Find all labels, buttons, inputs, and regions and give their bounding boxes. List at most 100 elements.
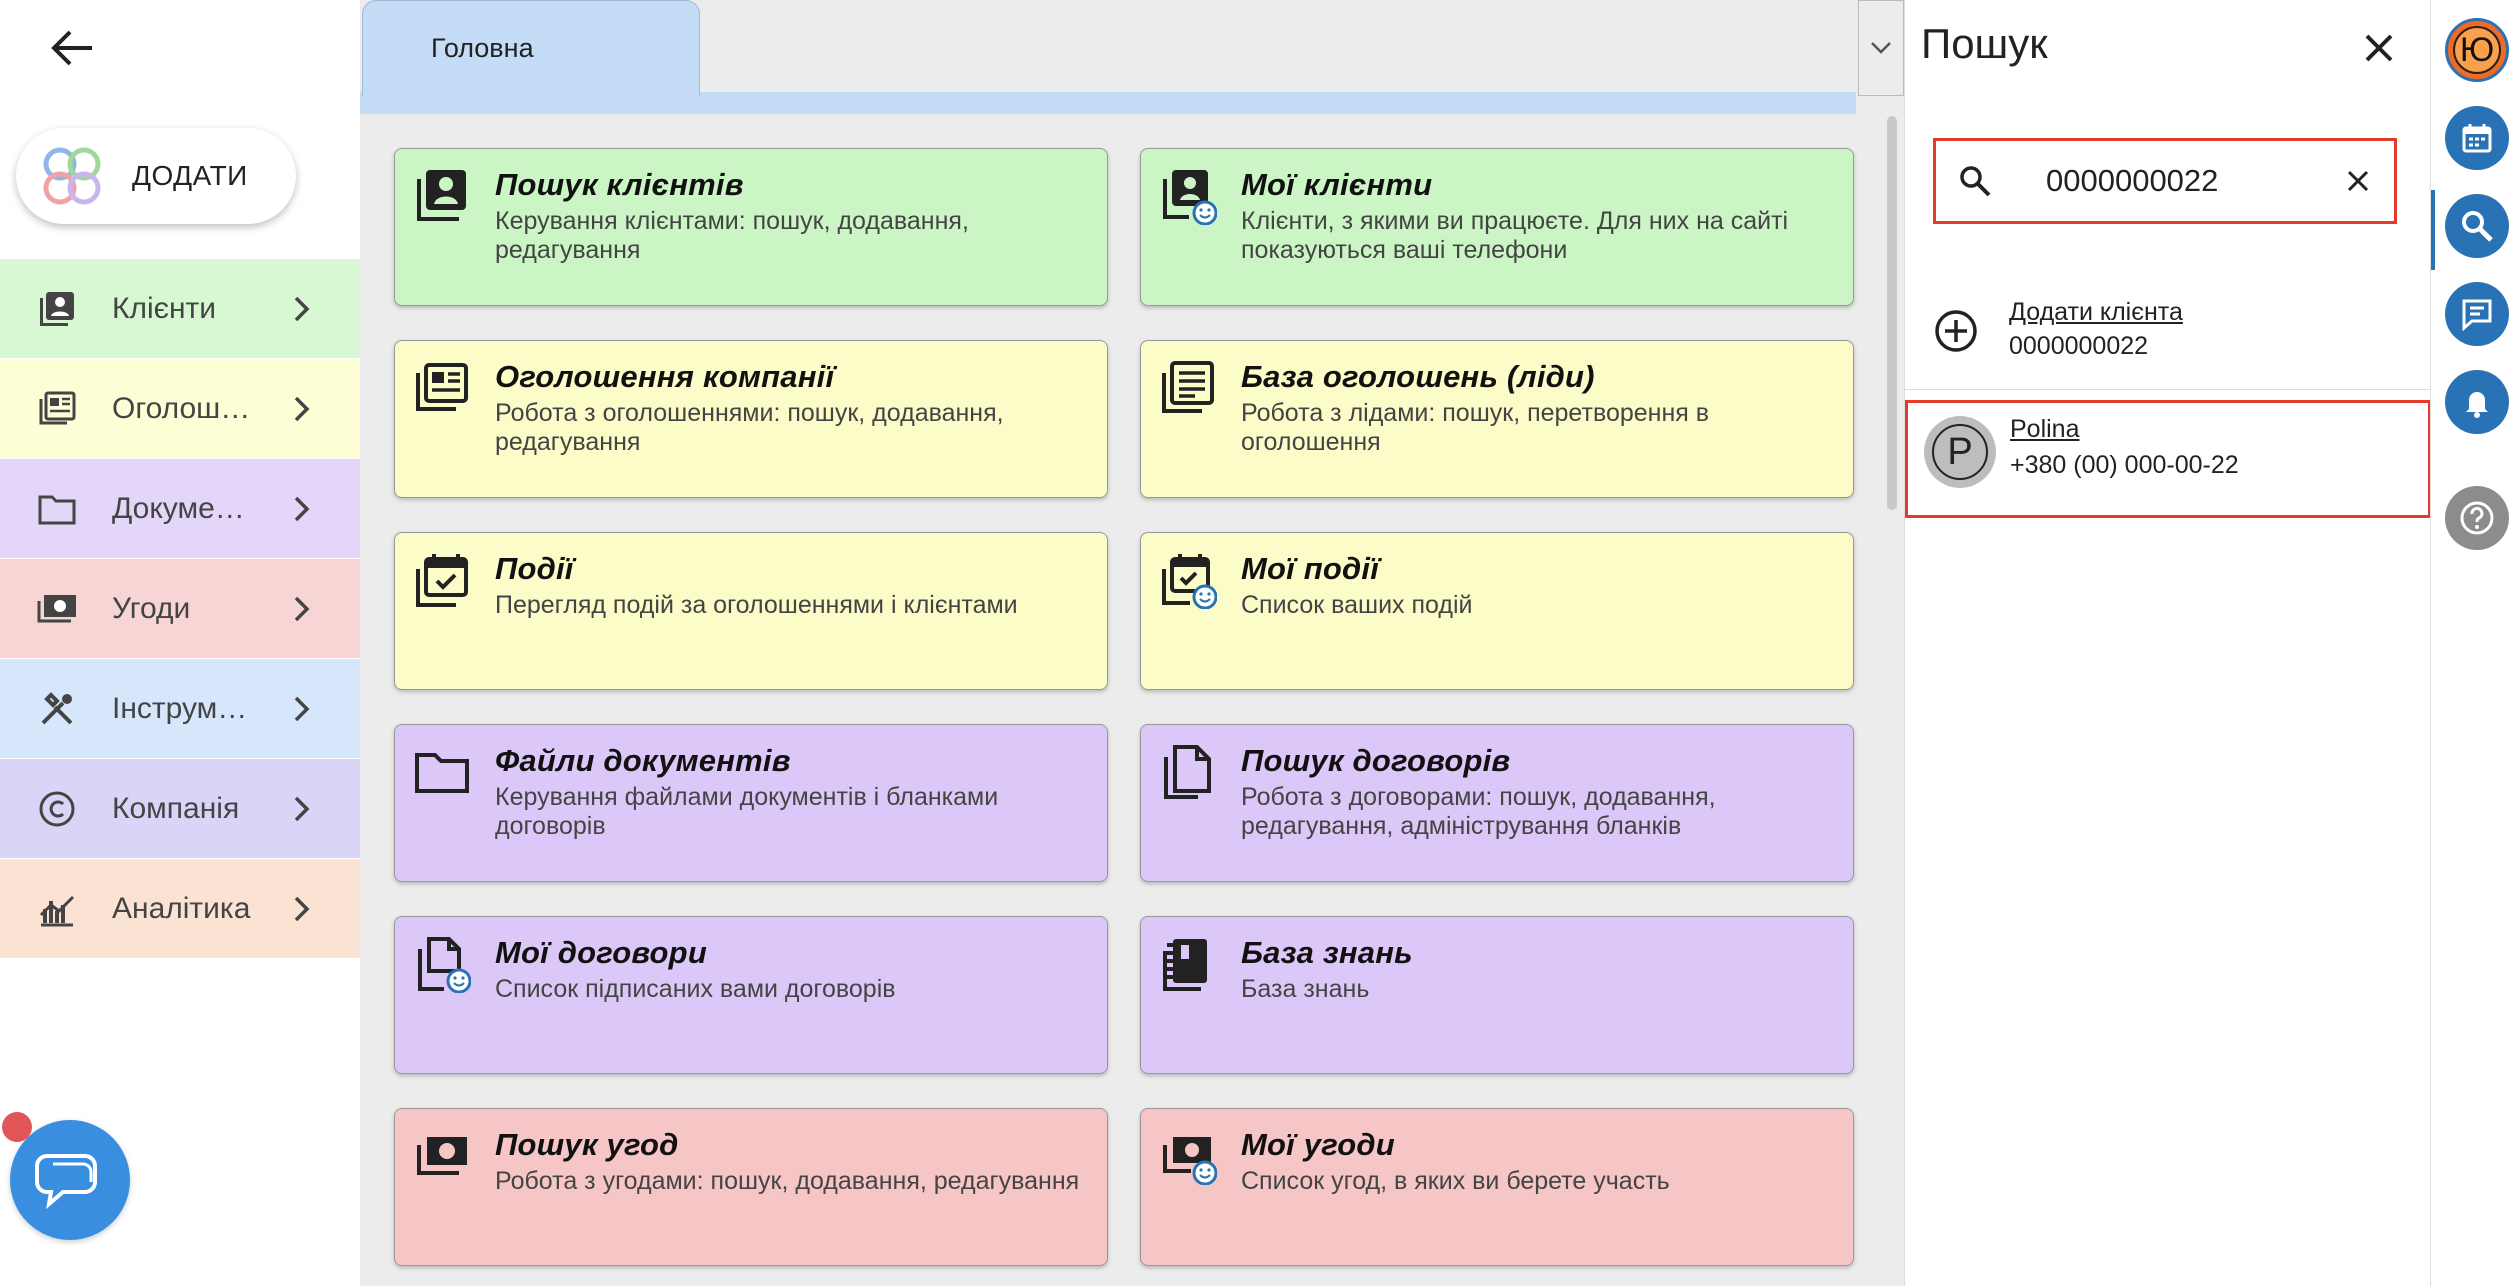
chevron-right-icon	[294, 496, 310, 521]
my-documents-icon	[418, 937, 471, 993]
active-indicator	[2431, 190, 2435, 270]
search-panel: Пошук Додати клієнта 0000000022 P Polina…	[1904, 0, 2431, 1286]
right-rail: Ю	[2430, 0, 2520, 1286]
user-initial: Ю	[2453, 26, 2501, 74]
back-button[interactable]	[40, 22, 104, 74]
card-title: База оголошень (ліди)	[1241, 359, 1595, 394]
card-description: Список підписаних вами договорів	[495, 975, 896, 1003]
card-document-files[interactable]: Файли документів Керування файлами докум…	[394, 724, 1108, 882]
add-button[interactable]: ДОДАТИ	[16, 128, 296, 224]
analytics-icon	[32, 889, 82, 929]
close-search-button[interactable]	[2353, 22, 2405, 74]
sidebar-item-label: Оголоше...	[112, 391, 252, 425]
sidebar-item-tools[interactable]: Інструме...	[0, 658, 360, 758]
card-description: Клієнти, з якими ви працюєте. Для них на…	[1241, 207, 1789, 264]
card-title: Мої події	[1241, 551, 1380, 586]
card-company-ads[interactable]: Оголошення компанії Робота з оголошенням…	[394, 340, 1108, 498]
card-contract-search[interactable]: Пошук договорів Робота з договорами: пош…	[1140, 724, 1854, 882]
add-circle-icon	[1935, 310, 1977, 352]
card-description: Список ваших подій	[1241, 591, 1473, 619]
tools-icon	[32, 689, 82, 729]
card-my-events[interactable]: Мої події Список ваших подій	[1140, 532, 1854, 690]
search-result-item[interactable]: P Polina +380 (00) 000-00-22	[1905, 400, 2431, 518]
chevron-right-icon	[294, 696, 310, 721]
sidebar-item-documents[interactable]: Докумен...	[0, 458, 360, 558]
copyright-icon	[32, 789, 82, 829]
sidebar-item-company[interactable]: Компанія	[0, 758, 360, 858]
chevron-down-icon	[1871, 42, 1891, 54]
contacts-icon	[417, 170, 466, 221]
sidebar-item-label: Угоди	[112, 591, 191, 625]
card-my-deals[interactable]: Мої угоди Список угод, в яких ви берете …	[1140, 1108, 1854, 1266]
card-deal-search[interactable]: Пошук угод Робота з угодами: пошук, дода…	[394, 1108, 1108, 1266]
sidebar-item-ads[interactable]: Оголоше...	[0, 358, 360, 458]
messages-button[interactable]	[2445, 282, 2509, 346]
tab-bar: Головна	[360, 0, 1904, 114]
money-icon	[417, 1137, 467, 1175]
help-button[interactable]	[2445, 486, 2509, 550]
sidebar-item-analytics[interactable]: Аналітика	[0, 858, 360, 958]
main-scrollbar[interactable]	[1887, 116, 1897, 510]
contacts-icon	[32, 289, 82, 329]
sidebar-item-clients[interactable]: Клієнти	[0, 258, 360, 358]
notification-dot	[2, 1112, 32, 1142]
sidebar-item-deals[interactable]: Угоди	[0, 558, 360, 658]
search-rail-button[interactable]	[2445, 194, 2509, 258]
folder-icon	[32, 489, 82, 529]
card-title: Мої договори	[495, 935, 707, 970]
documents-icon	[1164, 745, 1211, 799]
notifications-button[interactable]	[2445, 370, 2509, 434]
chevron-right-icon	[294, 796, 310, 821]
article-icon	[1162, 361, 1214, 413]
card-knowledge-base[interactable]: База знань База знань	[1140, 916, 1854, 1074]
tabs-dropdown-button[interactable]	[1858, 0, 1904, 96]
card-description: Робота з договорами: пошук, додавання, р…	[1241, 783, 1716, 840]
tab-label: Головна	[431, 33, 534, 63]
card-my-contracts[interactable]: Мої договори Список підписаних вами дого…	[394, 916, 1108, 1074]
add-button-label: ДОДАТИ	[132, 160, 248, 191]
avatar-initial: P	[1932, 424, 1988, 480]
card-title: Пошук угод	[495, 1127, 679, 1162]
search-icon	[1958, 164, 2002, 198]
add-client-link[interactable]: Додати клієнта	[2009, 298, 2183, 327]
user-avatar-button[interactable]: Ю	[2445, 18, 2509, 82]
card-title: База знань	[1241, 935, 1413, 970]
card-events[interactable]: Події Перегляд подій за оголошеннями і к…	[394, 532, 1108, 690]
search-icon	[2462, 211, 2493, 242]
card-title: Файли документів	[495, 743, 791, 778]
card-my-clients[interactable]: Мої клієнти Клієнти, з якими ви працюєте…	[1140, 148, 1854, 306]
help-icon	[2460, 501, 2494, 535]
add-logo-icon	[43, 147, 101, 205]
close-icon	[2365, 34, 2393, 62]
sidebar-item-label: Докумен...	[112, 491, 252, 525]
add-client-option[interactable]: Додати клієнта 0000000022	[1905, 278, 2431, 390]
result-name-link[interactable]: Polina	[2010, 415, 2080, 444]
my-calendar-icon	[1162, 554, 1217, 609]
close-icon	[2347, 170, 2369, 192]
card-client-search[interactable]: Пошук клієнтів Керування клієнтами: пошу…	[394, 148, 1108, 306]
chevron-right-icon	[294, 896, 310, 921]
card-description: Керування файлами документів і бланками …	[495, 783, 999, 840]
sidebar-item-label: Аналітика	[112, 891, 251, 925]
chevron-right-icon	[294, 596, 310, 621]
card-description: Робота з лідами: пошук, перетворення в о…	[1241, 399, 1710, 456]
clear-search-button[interactable]	[2336, 169, 2380, 193]
card-description: Список угод, в яких ви берете участь	[1241, 1167, 1670, 1195]
chat-widget-button[interactable]	[10, 1120, 130, 1240]
chat-bubble-icon	[35, 1154, 97, 1210]
knowledge-book-icon	[1163, 939, 1207, 991]
card-leads-base[interactable]: База оголошень (ліди) Робота з лідами: п…	[1140, 340, 1854, 498]
avatar: P	[1924, 416, 1996, 488]
search-input[interactable]	[2046, 156, 2336, 206]
newspaper-icon	[416, 363, 468, 411]
left-sidebar: ДОДАТИ Клієнти Оголоше... Докумен... Уго…	[0, 0, 360, 1286]
calendar-check-icon	[416, 554, 468, 607]
card-description: Робота з угодами: пошук, додавання, реда…	[495, 1167, 1080, 1195]
calendar-button[interactable]	[2445, 106, 2509, 170]
card-title: Оголошення компанії	[495, 359, 835, 394]
chevron-right-icon	[294, 296, 310, 321]
tab-home[interactable]: Головна	[362, 0, 700, 96]
card-title: Пошук договорів	[1241, 743, 1511, 778]
sidebar-item-label: Клієнти	[112, 291, 217, 325]
add-client-number: 0000000022	[2009, 332, 2149, 360]
